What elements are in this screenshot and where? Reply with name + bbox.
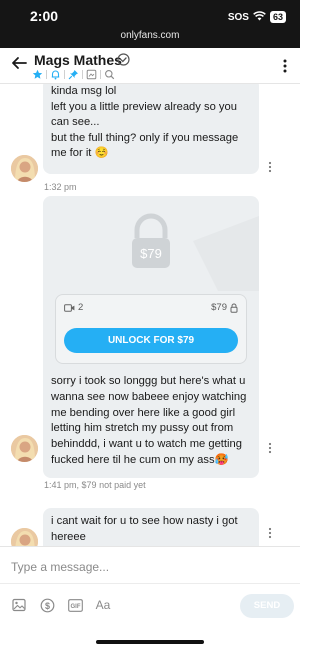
message-input[interactable] bbox=[11, 557, 281, 577]
battery-icon: 63 bbox=[269, 11, 286, 23]
message-text: kinda msg lol left you a little preview … bbox=[51, 85, 239, 159]
home-indicator bbox=[96, 640, 204, 644]
locked-media-message: $79 2 $79 UNLOCK FOR $79 sorry i took so… bbox=[43, 196, 259, 478]
svg-text:GIF: GIF bbox=[70, 604, 80, 610]
bell-icon[interactable] bbox=[50, 69, 61, 80]
media-price-value: $79 bbox=[211, 302, 227, 313]
media-info-box: 2 $79 UNLOCK FOR $79 bbox=[55, 294, 247, 364]
avatar[interactable] bbox=[11, 435, 38, 462]
message-time: 1:41 pm, bbox=[44, 480, 80, 490]
text-format-icon[interactable]: Aa bbox=[95, 597, 111, 613]
message-timestamp: 1:41 pm, $79 not paid yet bbox=[44, 480, 146, 490]
unlock-button[interactable]: UNLOCK FOR $79 bbox=[64, 328, 238, 353]
url-bar[interactable]: onlyfans.com bbox=[0, 30, 300, 48]
status-time: 2:00 bbox=[30, 8, 59, 24]
chat-header: Mags Mathes bbox=[0, 48, 300, 84]
wifi-icon bbox=[253, 8, 266, 26]
sos-label: SOS bbox=[227, 11, 249, 23]
media-gallery-icon[interactable] bbox=[86, 69, 97, 80]
pin-icon[interactable] bbox=[68, 69, 79, 80]
chat-user-name[interactable]: Mags Mathes bbox=[34, 52, 122, 68]
svg-text:$: $ bbox=[44, 600, 49, 610]
image-icon[interactable] bbox=[11, 597, 27, 613]
back-arrow-icon[interactable] bbox=[10, 54, 28, 72]
avatar[interactable] bbox=[11, 528, 38, 546]
video-icon bbox=[64, 303, 75, 312]
message-options-icon[interactable] bbox=[268, 441, 272, 454]
chat-thread[interactable]: kinda msg lol left you a little preview … bbox=[0, 84, 300, 546]
video-count: 2 bbox=[64, 302, 83, 313]
media-price: $79 bbox=[211, 302, 238, 313]
video-count-value: 2 bbox=[78, 302, 84, 313]
payment-status: $79 not paid yet bbox=[81, 480, 146, 490]
verified-badge-icon bbox=[117, 53, 130, 66]
send-button[interactable]: SEND bbox=[240, 594, 294, 618]
header-divider bbox=[82, 70, 83, 79]
gif-icon[interactable]: GIF bbox=[67, 597, 83, 613]
header-divider bbox=[64, 70, 65, 79]
message-bubble: i cant wait for u to see how nasty i got… bbox=[43, 508, 259, 546]
message-text: sorry i took so longgg but here's what u… bbox=[51, 375, 247, 466]
composer-divider bbox=[0, 583, 300, 584]
price-icon[interactable]: $ bbox=[39, 597, 55, 613]
message-bubble: kinda msg lol left you a little preview … bbox=[43, 84, 259, 174]
more-options-icon[interactable] bbox=[280, 57, 290, 75]
message-composer: $ GIF Aa SEND bbox=[0, 546, 300, 628]
message-options-icon[interactable] bbox=[268, 160, 272, 173]
header-divider bbox=[100, 70, 101, 79]
locked-media-preview[interactable]: $79 bbox=[43, 196, 259, 291]
message-timestamp: 1:32 pm bbox=[44, 182, 77, 192]
star-icon[interactable] bbox=[32, 69, 43, 80]
status-bar: 2:00 SOS 63 bbox=[0, 0, 300, 30]
status-icons: SOS 63 bbox=[228, 8, 286, 26]
search-icon[interactable] bbox=[104, 69, 115, 80]
message-options-icon[interactable] bbox=[268, 526, 272, 539]
header-actions bbox=[32, 69, 118, 80]
message-text: i cant wait for u to see how nasty i got… bbox=[51, 515, 238, 543]
lock-icon bbox=[230, 303, 238, 313]
avatar[interactable] bbox=[11, 155, 38, 182]
header-divider bbox=[46, 70, 47, 79]
preview-price: $79 bbox=[140, 246, 162, 261]
